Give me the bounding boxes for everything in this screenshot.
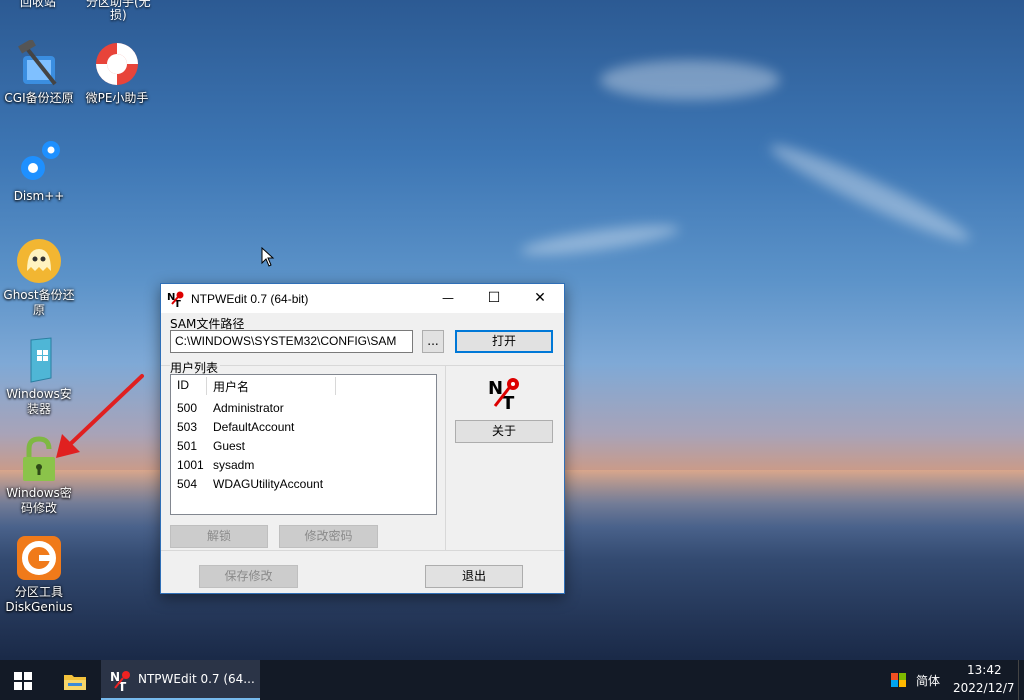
taskbar-app-label: NTPWEdit 0.7 (64... — [138, 672, 255, 686]
exit-button[interactable]: 退出 — [425, 565, 523, 588]
desktop-icon-ghost[interactable]: Ghost备份还原 — [1, 237, 77, 318]
desktop-icon-diskgenius[interactable]: 分区工具DiskGenius — [1, 534, 77, 615]
ntpwedit-window: N T NTPWEdit 0.7 (64-bit) — ☐ ✕ SAM文件路径 … — [160, 283, 565, 594]
list-item[interactable]: 1001 sysadm — [171, 458, 436, 477]
browse-button[interactable]: ... — [422, 330, 444, 353]
user-id: 503 — [177, 420, 198, 434]
unlock-button[interactable]: 解锁 — [170, 525, 268, 548]
ntpwedit-app-icon: N T — [167, 291, 184, 307]
open-button[interactable]: 打开 — [455, 330, 553, 353]
file-explorer-button[interactable] — [52, 660, 98, 700]
about-button[interactable]: 关于 — [455, 420, 553, 443]
list-item[interactable]: 504 WDAGUtilityAccount — [171, 477, 436, 496]
close-button[interactable]: ✕ — [517, 284, 563, 313]
show-desktop-button[interactable] — [1018, 660, 1024, 700]
window-title: NTPWEdit 0.7 (64-bit) — [191, 292, 309, 306]
divider — [161, 550, 564, 551]
user-id: 501 — [177, 439, 198, 453]
maximize-button[interactable]: ☐ — [471, 284, 517, 313]
desktop-icon-label: Dism++ — [13, 189, 65, 203]
list-item[interactable]: 500 Administrator — [171, 401, 436, 420]
list-header: ID 用户名 — [171, 378, 436, 397]
column-divider — [335, 377, 336, 395]
desktop-icon-label: Ghost备份还原 — [3, 288, 75, 317]
desktop-icon-label: 分区工具DiskGenius — [5, 585, 73, 614]
column-header-id[interactable]: ID — [177, 378, 189, 392]
vertical-divider — [445, 366, 446, 550]
list-item[interactable]: 501 Guest — [171, 439, 436, 458]
column-header-username[interactable]: 用户名 — [213, 378, 249, 395]
svg-text:N: N — [488, 378, 503, 399]
windows-logo-icon — [14, 672, 32, 690]
clock-time[interactable]: 13:42 — [967, 663, 1002, 677]
diskgenius-icon — [15, 534, 63, 582]
minimize-button[interactable]: — — [425, 284, 471, 313]
desktop-icon-label: CGI备份还原 — [4, 91, 74, 105]
user-name: DefaultAccount — [213, 420, 295, 434]
desktop-icon-dism[interactable]: Dism++ — [1, 138, 77, 204]
user-id: 504 — [177, 477, 198, 491]
taskbar: N T NTPWEdit 0.7 (64... 简体 13:42 2022/12… — [0, 660, 1024, 700]
user-name: WDAGUtilityAccount — [213, 477, 324, 491]
weipe-helper-icon — [93, 40, 141, 88]
user-id: 1001 — [177, 458, 204, 472]
cloud — [600, 60, 780, 100]
partition-assistant-label-line2: 损) — [110, 8, 127, 22]
cloud — [764, 134, 976, 252]
ime-label[interactable]: 简体 — [916, 672, 940, 689]
ntpwedit-app-icon: N T — [110, 670, 130, 691]
sam-path-input[interactable]: C:\WINDOWS\SYSTEM32\CONFIG\SAM — [170, 330, 413, 353]
folder-icon — [64, 675, 86, 690]
user-name: sysadm — [213, 458, 255, 472]
user-list[interactable]: ID 用户名 500 Administrator 503 DefaultAcco… — [170, 374, 437, 515]
divider — [161, 365, 564, 366]
column-divider — [206, 377, 207, 395]
input-method-icon[interactable] — [891, 673, 906, 687]
recycle-bin-label[interactable]: 回收站 — [20, 0, 56, 10]
title-bar[interactable]: N T NTPWEdit 0.7 (64-bit) — ☐ ✕ — [161, 284, 564, 313]
desktop-icon-label: 微PE小助手 — [85, 91, 149, 105]
save-changes-button[interactable]: 保存修改 — [199, 565, 298, 588]
taskbar-app-ntpwedit[interactable]: N T NTPWEdit 0.7 (64... — [101, 660, 260, 700]
user-id: 500 — [177, 401, 198, 415]
desktop-icon-label: Windows密码修改 — [6, 486, 72, 515]
ghost-icon — [15, 237, 63, 285]
change-password-button[interactable]: 修改密码 — [279, 525, 378, 548]
list-item[interactable]: 503 DefaultAccount — [171, 420, 436, 439]
cgi-backup-icon — [15, 38, 63, 88]
gear-icon — [15, 138, 63, 186]
desktop-icon-weipe[interactable]: 微PE小助手 — [79, 40, 155, 106]
desktop-icon-cgi[interactable]: CGI备份还原 — [1, 38, 77, 106]
clock-date[interactable]: 2022/12/7 — [953, 681, 1015, 695]
annotation-arrow — [56, 374, 144, 458]
start-button[interactable] — [0, 660, 48, 700]
user-name: Administrator — [213, 401, 284, 415]
user-name: Guest — [213, 439, 246, 453]
mouse-cursor-icon — [261, 247, 275, 267]
cloud — [519, 218, 681, 262]
ntpwedit-logo-icon: N T — [488, 378, 519, 410]
